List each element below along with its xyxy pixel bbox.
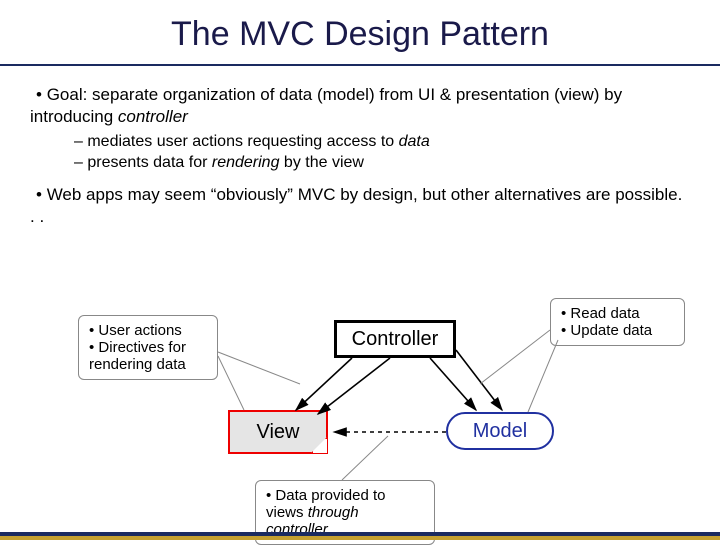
node-model: Model [446, 412, 554, 450]
node-view: View [228, 410, 328, 454]
bullet-web: Web apps may seem “obviously” MVC by des… [30, 184, 690, 228]
callout-user-actions: • User actions • Directives for renderin… [78, 315, 218, 380]
subbullet-mediates: mediates user actions requesting access … [74, 132, 690, 153]
bullet-goal: Goal: separate organization of data (mod… [30, 84, 690, 128]
callout-read-update: • Read data • Update data [550, 298, 685, 346]
footer-accent [0, 536, 720, 540]
bullet-content: Goal: separate organization of data (mod… [0, 66, 720, 242]
subbullet-presents: presents data for rendering by the view [74, 153, 690, 174]
node-controller: Controller [334, 320, 456, 358]
slide-title: The MVC Design Pattern [0, 0, 720, 64]
